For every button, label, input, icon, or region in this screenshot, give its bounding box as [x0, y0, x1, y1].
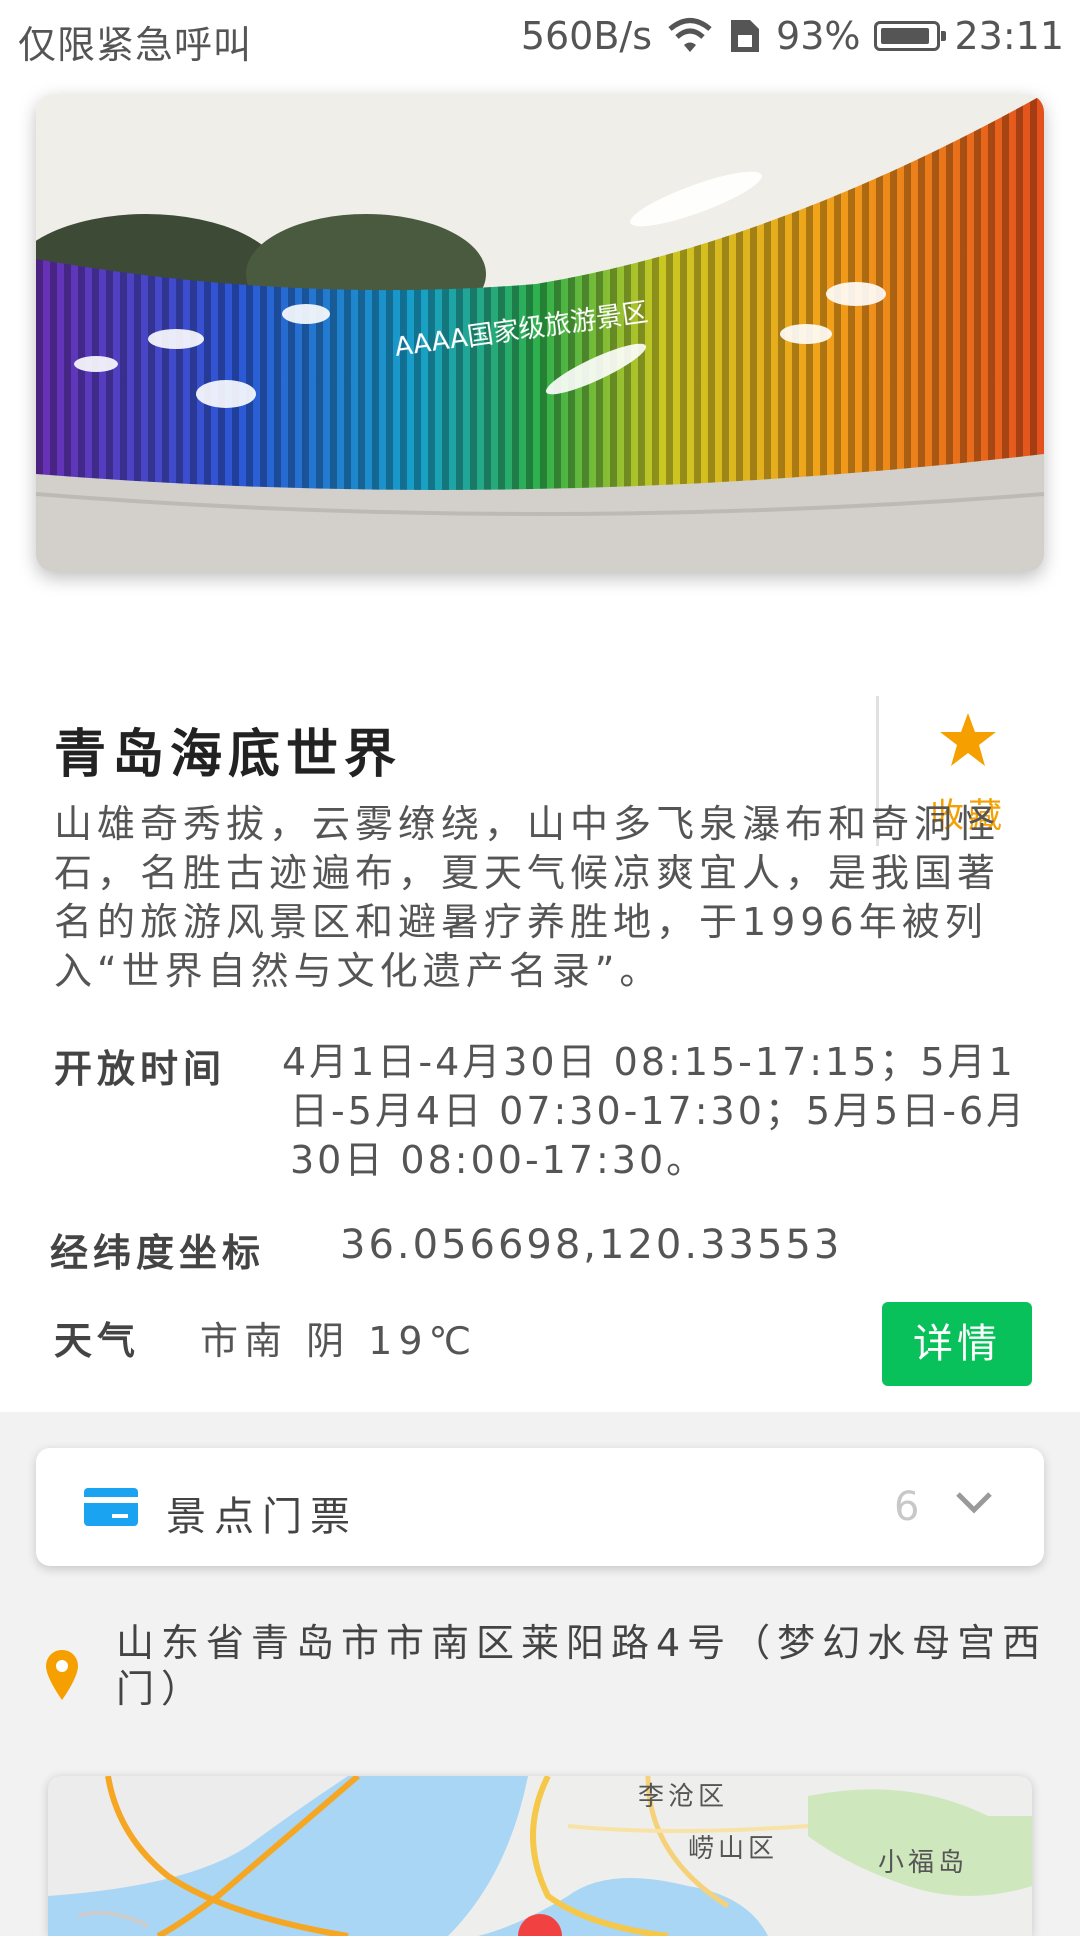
hours-value: 4月1日-4月30日 08:15-17:15；5月1日-5月4日 07:30-1…: [282, 1040, 1028, 1182]
battery-icon: [874, 21, 947, 51]
location-map[interactable]: 李沧区 崂山区 小福岛: [48, 1776, 1032, 1936]
coords-label: 经纬度坐标: [50, 1231, 266, 1275]
map-label-laoshan: 崂山区: [688, 1834, 779, 1864]
map-label-xiaofudao: 小福岛: [878, 1848, 969, 1878]
scenic-description: 山雄奇秀拔，云雾缭绕，山中多飞泉瀑布和奇洞怪石，名胜古迹遍布，夏天气候凉爽宜人，…: [54, 802, 1001, 993]
location-pin-icon: [46, 1650, 78, 1700]
ticket-label: 景点门票: [166, 1494, 358, 1540]
coords-value: 36.056698,120.33553: [340, 1222, 843, 1268]
ticket-card-icon: [84, 1488, 138, 1526]
address-text: 山东省青岛市市南区莱阳路4号（梦幻水母宫西门）: [116, 1621, 1048, 1711]
wifi-icon: [668, 18, 712, 52]
carrier-text: 仅限紧急呼叫: [18, 23, 253, 67]
chevron-down-icon[interactable]: [954, 1488, 994, 1518]
status-icons: 560B/s 93% 23:11: [521, 14, 1064, 58]
hours-label: 开放时间: [54, 1047, 227, 1091]
battery-level: [881, 28, 930, 44]
star-icon[interactable]: [938, 710, 998, 770]
net-speed: 560B/s: [520, 14, 653, 58]
scenic-detail: AAAA国家级旅游景区 青岛海底世界 收藏: [0, 76, 1080, 1412]
sim-icon: [731, 20, 760, 52]
weather-label: 天气: [54, 1319, 141, 1363]
battery-percent: 93%: [776, 14, 861, 58]
weather-value: 市南 阴 19℃: [200, 1319, 478, 1363]
hero-image: AAAA国家级旅游景区: [36, 94, 1044, 572]
clock: 23:11: [954, 14, 1064, 58]
map-label-licang: 李沧区: [638, 1782, 729, 1812]
ticket-card[interactable]: 景点门票 6: [36, 1448, 1044, 1566]
weather-detail-button[interactable]: 详情: [882, 1302, 1032, 1386]
ticket-count: 6: [894, 1484, 920, 1530]
scenic-title: 青岛海底世界: [54, 725, 403, 785]
status-bar: 仅限紧急呼叫 560B/s 93% 23:11: [0, 0, 1080, 76]
